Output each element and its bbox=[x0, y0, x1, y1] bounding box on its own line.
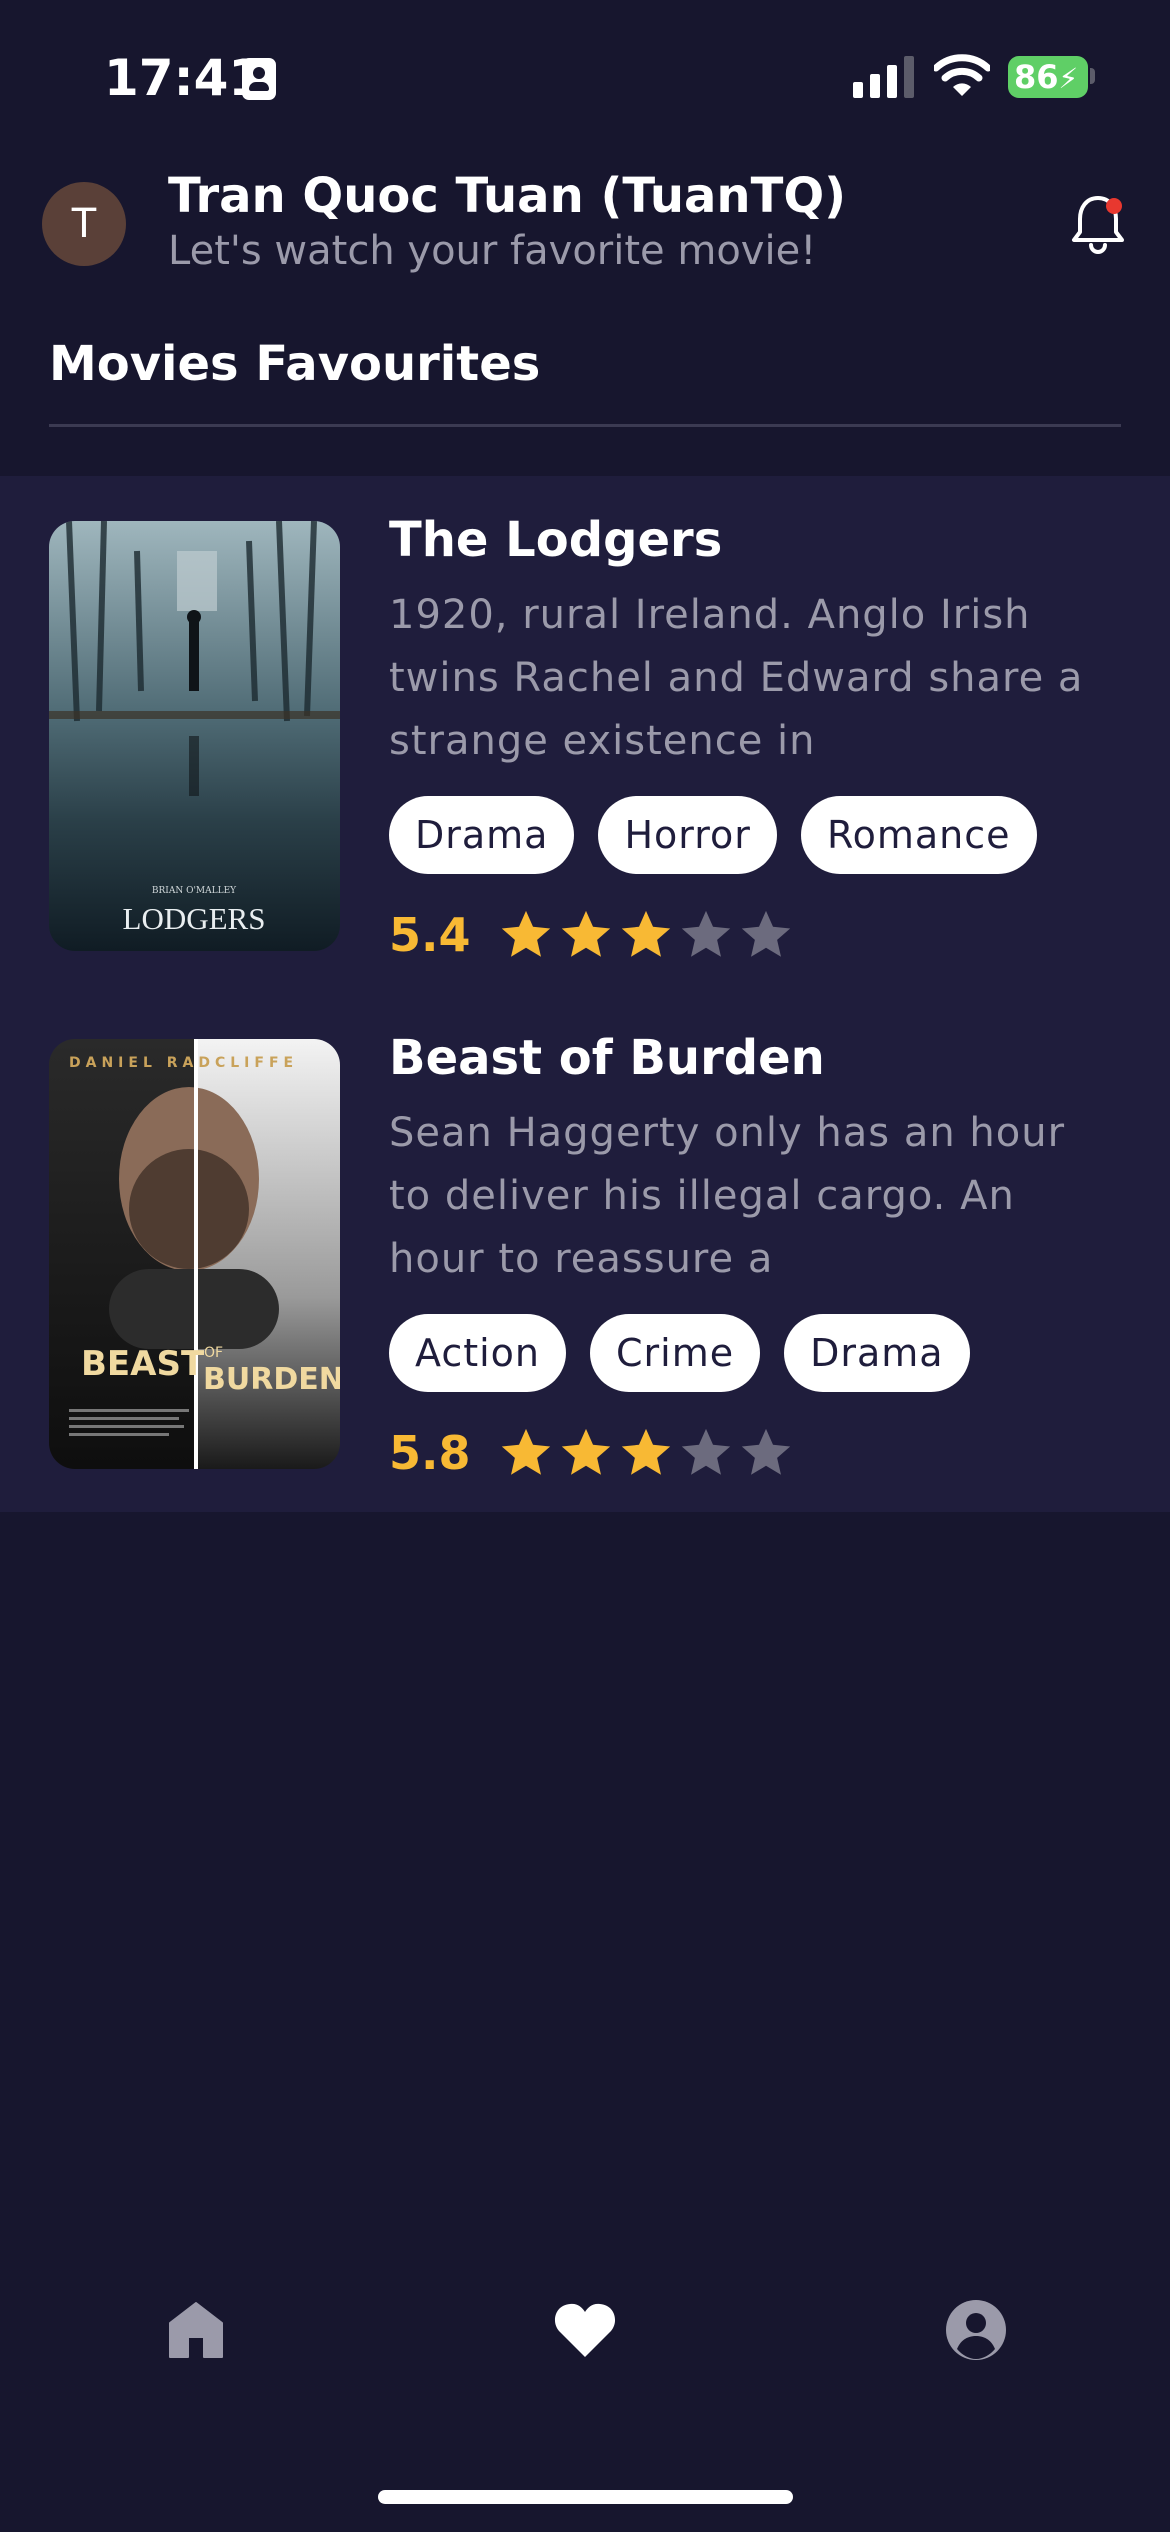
movie-overview: Sean Haggerty only has an hour to delive… bbox=[389, 1110, 1066, 1282]
movie-title[interactable]: The Lodgers bbox=[389, 512, 722, 568]
nav-profile[interactable] bbox=[926, 2280, 1026, 2380]
genre-chip[interactable]: Horror bbox=[598, 796, 777, 874]
genre-chip[interactable]: Drama bbox=[389, 796, 575, 874]
star-icon bbox=[561, 1428, 611, 1475]
poster-image: DANIEL RADCLIFFE BEAST OF BURDEN bbox=[49, 1039, 340, 1469]
genre-chip[interactable]: Crime bbox=[590, 1314, 761, 1392]
star-icon bbox=[501, 910, 551, 957]
genre-list: Drama Horror Romance bbox=[389, 796, 1037, 874]
star-rating bbox=[497, 1424, 797, 1482]
home-icon bbox=[169, 2302, 223, 2358]
movie-list: BRIAN O'MALLEY LODGERS The Lodgers 1920,… bbox=[0, 476, 1170, 1512]
star-icon bbox=[681, 1428, 731, 1475]
star-rating bbox=[497, 906, 797, 964]
avatar[interactable]: T bbox=[42, 182, 126, 266]
rating-row: 5.4 bbox=[389, 906, 797, 964]
movie-overview: 1920, rural Ireland. Anglo Irish twins R… bbox=[389, 592, 1084, 764]
movie-card[interactable]: DANIEL RADCLIFFE BEAST OF BURDEN Beast o… bbox=[0, 994, 1170, 1512]
home-indicator[interactable] bbox=[378, 2490, 793, 2504]
genre-chip[interactable]: Action bbox=[389, 1314, 567, 1392]
poster-image: BRIAN O'MALLEY LODGERS bbox=[49, 521, 340, 951]
rating-value: 5.8 bbox=[389, 1426, 471, 1480]
divider bbox=[49, 424, 1121, 427]
user-subtitle: Let's watch your favorite movie! bbox=[168, 228, 817, 274]
section-title: Movies Favourites bbox=[49, 336, 541, 392]
poster-title-of: OF bbox=[204, 1345, 223, 1361]
movie-poster[interactable]: DANIEL RADCLIFFE BEAST OF BURDEN bbox=[49, 1039, 340, 1469]
battery-charging-icon: 86⚡ bbox=[1008, 56, 1088, 98]
genre-chip[interactable]: Drama bbox=[784, 1314, 970, 1392]
rating-row: 5.8 bbox=[389, 1424, 797, 1482]
rating-value: 5.4 bbox=[389, 908, 471, 962]
poster-actor: DANIEL RADCLIFFE bbox=[69, 1055, 298, 1071]
movie-poster[interactable]: BRIAN O'MALLEY LODGERS bbox=[49, 521, 340, 951]
nav-favourites[interactable] bbox=[535, 2280, 635, 2380]
star-icon bbox=[741, 910, 791, 957]
star-icon bbox=[741, 1428, 791, 1475]
heart-icon bbox=[554, 2303, 616, 2357]
battery-level: 86 bbox=[1014, 58, 1059, 96]
profile-icon bbox=[946, 2300, 1006, 2360]
contact-card-icon bbox=[242, 58, 276, 100]
user-name: Tran Quoc Tuan (TuanTQ) bbox=[168, 168, 847, 224]
battery-cap bbox=[1090, 68, 1095, 84]
genre-chip[interactable]: Romance bbox=[800, 796, 1037, 874]
poster-title-left: BEAST bbox=[81, 1344, 205, 1384]
star-icon bbox=[501, 1428, 551, 1475]
star-icon bbox=[621, 910, 671, 957]
poster-credit: BRIAN O'MALLEY bbox=[152, 886, 237, 896]
status-time: 17:41 bbox=[104, 49, 264, 107]
nav-home[interactable] bbox=[146, 2280, 246, 2380]
poster-title: LODGERS bbox=[123, 901, 266, 936]
wifi-icon bbox=[934, 54, 990, 96]
movie-card[interactable]: BRIAN O'MALLEY LODGERS The Lodgers 1920,… bbox=[0, 476, 1170, 994]
genre-list: Action Crime Drama bbox=[389, 1314, 970, 1392]
poster-title-right: BURDEN bbox=[203, 1362, 340, 1397]
bottom-nav bbox=[0, 2280, 1170, 2380]
status-bar: 17:41 86⚡ bbox=[0, 0, 1170, 150]
cellular-signal-icon bbox=[853, 56, 915, 98]
star-icon bbox=[681, 910, 731, 957]
movie-title[interactable]: Beast of Burden bbox=[389, 1030, 825, 1086]
star-icon bbox=[621, 1428, 671, 1475]
notification-dot bbox=[1106, 198, 1122, 214]
star-icon bbox=[561, 910, 611, 957]
